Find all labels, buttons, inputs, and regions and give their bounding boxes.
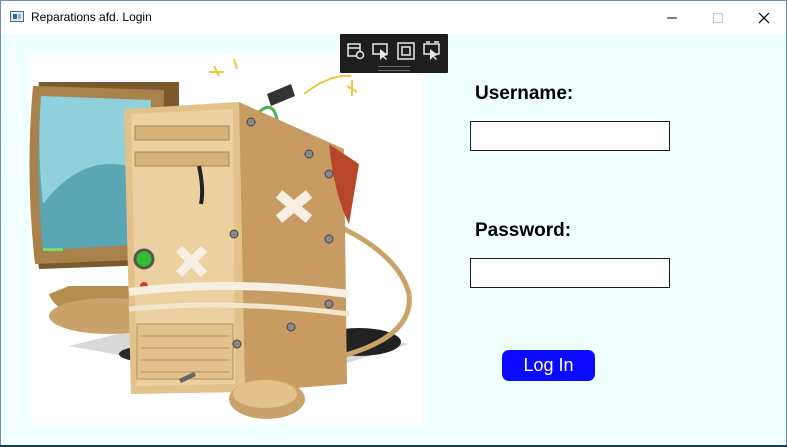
broken-computer-image <box>29 58 412 419</box>
password-input[interactable] <box>470 258 670 288</box>
select-element-icon[interactable] <box>371 41 391 61</box>
broken-computer-illustration <box>29 54 423 424</box>
login-button[interactable]: Log In <box>502 350 595 381</box>
close-button[interactable] <box>741 1 787 34</box>
live-visual-tree-icon[interactable] <box>346 41 366 61</box>
username-label: Username: <box>475 83 574 104</box>
display-layout-adorners-icon[interactable] <box>396 41 416 61</box>
maximize-icon <box>713 12 723 23</box>
title-bar[interactable]: Reparations afd. Login <box>1 1 786 34</box>
track-focused-element-icon[interactable] <box>422 41 442 61</box>
window-title: Reparations afd. Login <box>31 10 152 24</box>
minimize-icon <box>667 17 677 18</box>
username-input[interactable] <box>470 121 670 151</box>
close-icon <box>758 12 770 23</box>
login-window: Reparations afd. Login Username: Passwor… <box>0 0 787 447</box>
toolbar-collapse-handle[interactable] <box>378 66 410 71</box>
app-icon <box>10 11 24 22</box>
password-label: Password: <box>475 220 572 241</box>
maximize-button[interactable] <box>695 1 741 34</box>
debug-toolbar[interactable] <box>340 34 448 73</box>
minimize-button[interactable] <box>649 1 695 34</box>
